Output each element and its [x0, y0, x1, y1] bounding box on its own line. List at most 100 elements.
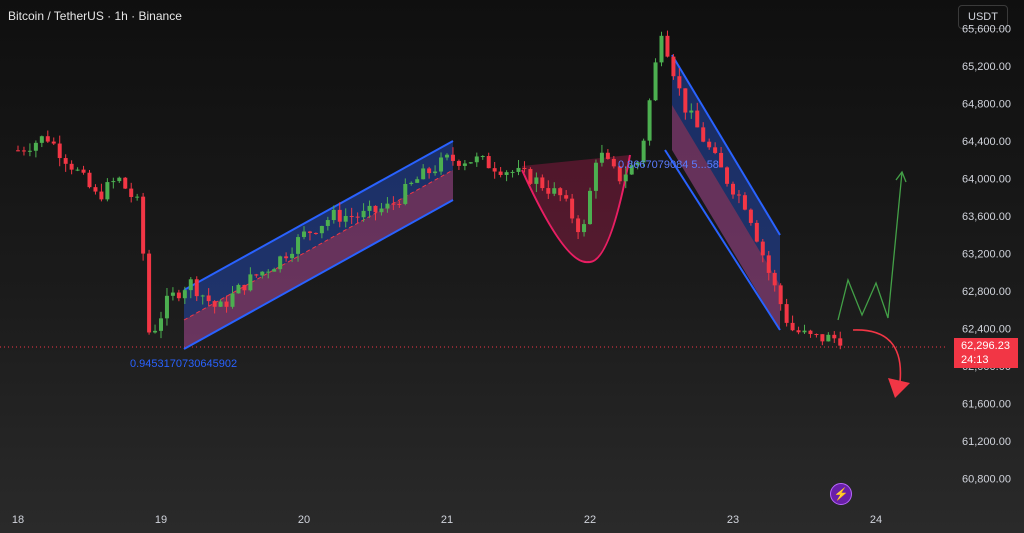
candle-body: [713, 147, 718, 153]
candle-body: [433, 171, 438, 174]
candle-body: [355, 216, 360, 218]
x-tick-label: 23: [727, 514, 739, 526]
candle-body: [331, 209, 336, 221]
candle-body: [838, 338, 843, 346]
candle-body: [278, 256, 283, 270]
candle-body: [284, 256, 289, 259]
time-axis: 18 19 20 21 22 23 24: [12, 514, 882, 526]
bullish-projection: [837, 171, 903, 321]
candle-body: [343, 216, 348, 222]
candle-body: [248, 274, 253, 291]
candle-body: [224, 301, 229, 307]
candle-body: [260, 271, 265, 276]
candle-body: [105, 182, 110, 200]
y-tick-label: 64,000.00: [962, 173, 1011, 185]
candle-body: [486, 156, 491, 169]
y-tick-label: 61,600.00: [962, 399, 1011, 411]
x-tick-label: 24: [870, 514, 882, 526]
candle-body: [623, 174, 628, 182]
y-tick-label: 62,400.00: [962, 324, 1011, 336]
ascending-channel-fill-bottom: [184, 170, 453, 349]
candle-body: [313, 232, 318, 234]
candle-body: [57, 143, 62, 159]
candle-body: [814, 334, 819, 336]
candle-body: [302, 231, 306, 238]
current-price-value: 62,296.23: [961, 340, 1010, 352]
candle-body: [546, 188, 551, 194]
y-tick-label: 63,200.00: [962, 249, 1011, 261]
candle-body: [605, 152, 610, 159]
cup-fill: [522, 155, 630, 263]
candle-body: [141, 196, 146, 254]
candle-body: [39, 136, 44, 143]
candle-body: [212, 301, 217, 307]
candle-body: [725, 167, 730, 184]
candle-body: [409, 182, 414, 184]
candle-body: [307, 231, 312, 233]
candle-body: [439, 157, 444, 172]
candle-body: [349, 216, 354, 218]
candle-body: [367, 205, 372, 211]
candle-body: [665, 35, 670, 57]
candle-body: [117, 177, 122, 182]
candle-body: [27, 150, 32, 152]
candle-body: [736, 194, 741, 196]
top-pattern-label: 0.8667079084 5...58: [618, 159, 719, 171]
x-tick-label: 19: [155, 514, 167, 526]
candle-body: [468, 162, 473, 164]
candle-body: [772, 272, 777, 286]
candle-body: [474, 156, 479, 163]
candle-body: [75, 169, 80, 171]
candle-body: [784, 304, 789, 323]
candle-body: [742, 195, 747, 210]
candle-body: [266, 271, 271, 273]
candle-body: [534, 177, 539, 184]
x-tick-label: 21: [441, 514, 453, 526]
price-axis: 60,800.0061,200.0061,600.0062,000.0062,4…: [962, 23, 1011, 485]
candle-body: [576, 218, 581, 233]
x-tick-label: 22: [584, 514, 596, 526]
candle-body: [164, 295, 169, 319]
candle-body: [790, 322, 795, 331]
candle-body: [81, 169, 86, 173]
candle-body: [552, 188, 557, 194]
candle-body: [93, 187, 98, 192]
y-tick-label: 62,800.00: [962, 286, 1011, 298]
candle-body: [480, 156, 485, 158]
candle-body: [462, 163, 467, 166]
candle-body: [826, 334, 831, 342]
candle-body: [159, 318, 163, 331]
y-tick-label: 65,600.00: [962, 23, 1011, 35]
candle-body: [111, 181, 116, 183]
candle-body: [611, 158, 616, 167]
candle-body: [254, 274, 259, 276]
candle-body: [391, 203, 396, 205]
price-chart[interactable]: 0.9453170730645902 0.8667079084 5...58 6…: [0, 0, 1024, 533]
candle-body: [504, 172, 509, 175]
candle-body: [558, 188, 563, 196]
candle-body: [63, 158, 68, 164]
candle-body: [379, 208, 384, 213]
candle-body: [760, 241, 765, 256]
candle-body: [701, 127, 706, 142]
candle-body: [498, 171, 503, 175]
candle-body: [415, 179, 420, 183]
candle-body: [522, 167, 527, 170]
candle-body: [21, 150, 26, 152]
candle-body: [69, 163, 74, 170]
candle-body: [731, 183, 735, 195]
candle-body: [445, 154, 449, 158]
candle-body: [16, 150, 20, 152]
lightning-icon[interactable]: ⚡: [830, 483, 852, 505]
candle-body: [51, 141, 56, 144]
candle-body: [123, 177, 128, 189]
candle-body: [397, 203, 402, 205]
candle-body: [373, 205, 378, 213]
candle-body: [296, 237, 301, 254]
candle-body: [361, 210, 366, 218]
candle-body: [778, 285, 783, 305]
candle-body: [510, 171, 515, 173]
candle-body: [570, 198, 575, 219]
candle-body: [647, 100, 652, 141]
candle-body: [683, 88, 688, 113]
